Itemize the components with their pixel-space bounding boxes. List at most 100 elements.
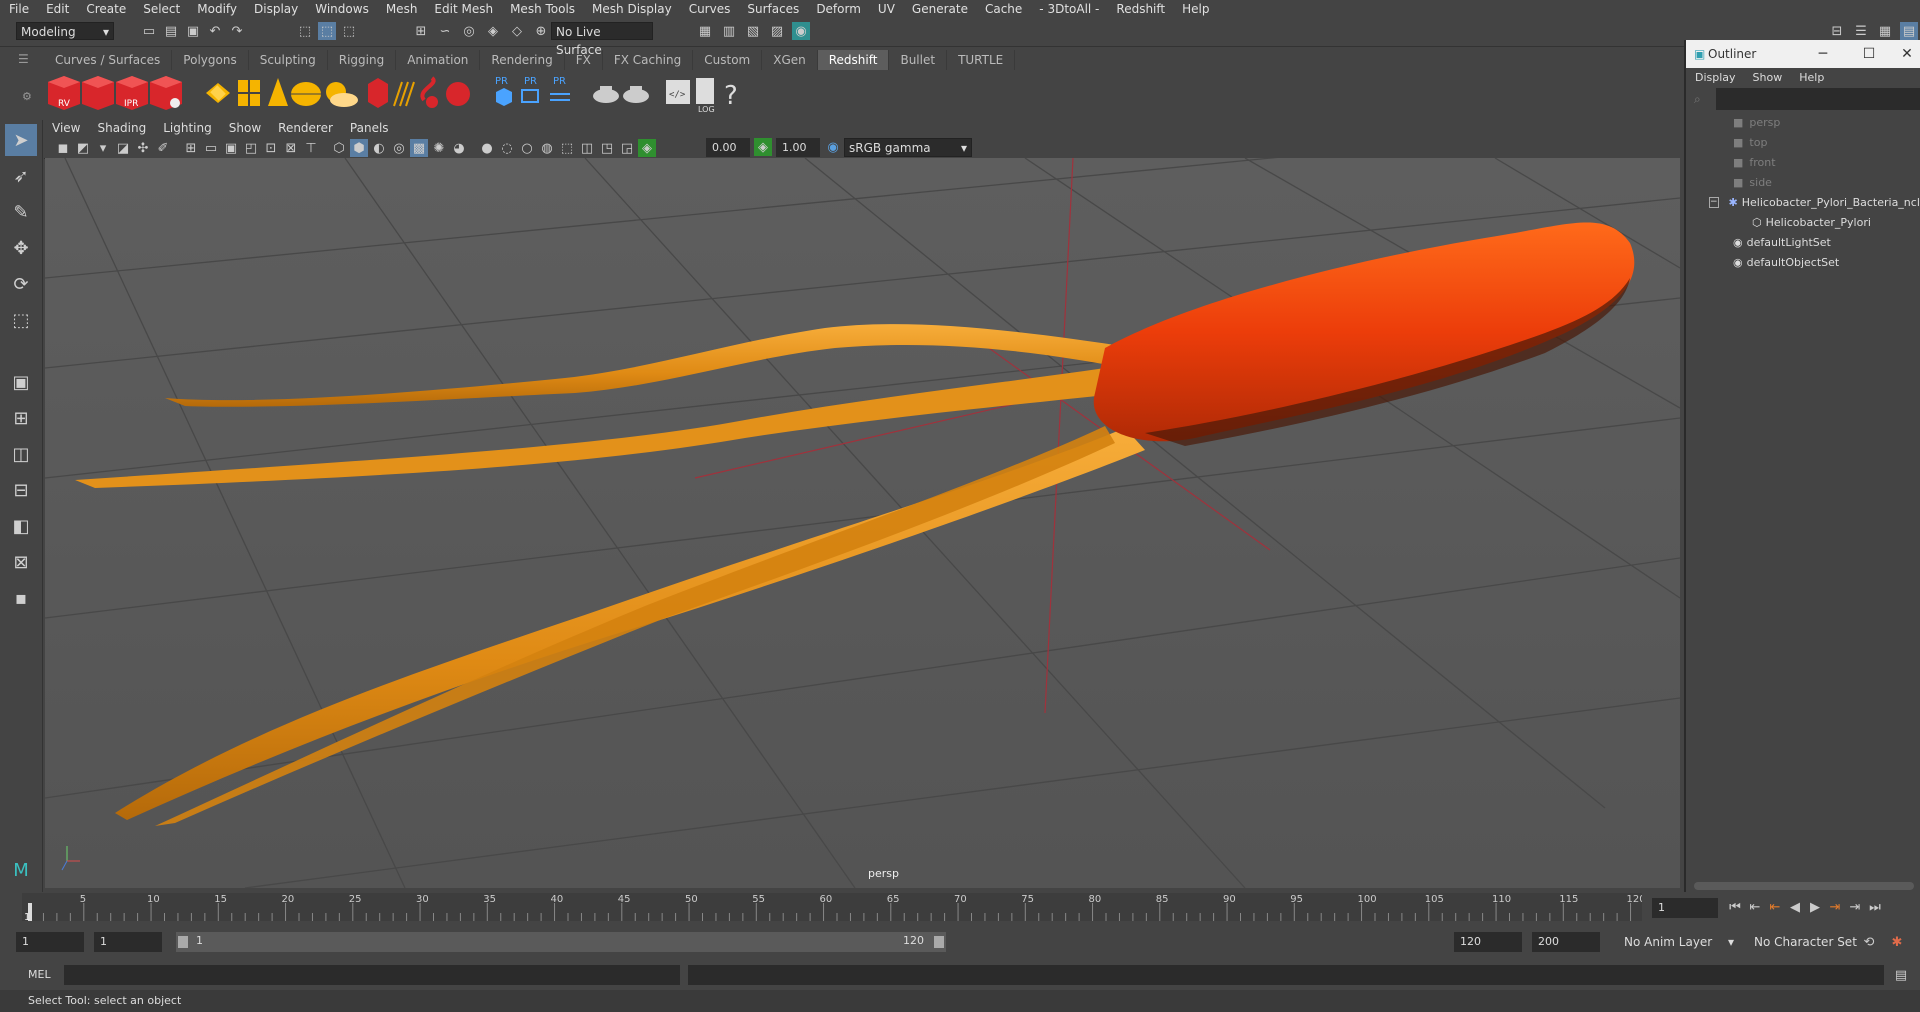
snap-live-icon[interactable]: ⊕	[532, 22, 550, 40]
vp-menu-shading[interactable]: Shading	[89, 121, 155, 135]
camera-icon[interactable]: ◼	[54, 139, 72, 157]
menu-mesh-tools[interactable]: Mesh Tools	[501, 2, 583, 16]
outliner-item-group[interactable]: − ✱ Helicobacter_Pylori_Bacteria_ncl1_1	[1686, 192, 1920, 212]
step-forward-key-icon[interactable]: ⇥	[1846, 898, 1864, 916]
shelf-tab-custom[interactable]: Custom	[693, 50, 763, 70]
move-icon[interactable]: ✥	[5, 232, 37, 264]
shadows-icon[interactable]: ◕	[450, 139, 468, 157]
outliner-item-persp[interactable]: ■ persp	[1686, 112, 1920, 132]
close-icon[interactable]: ✕	[1892, 46, 1920, 62]
shelf-tab-animation[interactable]: Animation	[396, 50, 481, 70]
shelf-tab-turtle[interactable]: TURTLE	[947, 50, 1016, 70]
outliner-menu-show[interactable]: Show	[1744, 71, 1791, 84]
resolution-gate-icon[interactable]: ▣	[222, 139, 240, 157]
select-component-icon[interactable]: ⬚	[340, 22, 358, 40]
menu-uv[interactable]: UV	[869, 2, 903, 16]
shelf-tab-redshift[interactable]: Redshift	[817, 50, 890, 70]
xray-icon[interactable]: ◫	[578, 139, 596, 157]
select-object-icon[interactable]: ⬚	[318, 22, 336, 40]
shelf-menu-icon[interactable]: ☰	[18, 52, 29, 66]
pr-export-icon[interactable]: PR	[521, 76, 539, 103]
persp-graph-icon[interactable]: ⊟	[5, 474, 37, 506]
use-all-lights-icon[interactable]: ✺	[430, 139, 448, 157]
sun-sky-icon[interactable]	[326, 82, 358, 107]
shelf-tab-fx[interactable]: FX	[565, 50, 603, 70]
proxy-icon[interactable]	[368, 78, 388, 108]
time-slider[interactable]: 5 10 15 20 25 30 35 40 45 50 55 60 65 70 75 80 85 90 95 100…	[22, 893, 1646, 923]
pr-object-icon[interactable]: PR	[495, 76, 512, 106]
step-forward-frame-icon[interactable]: ⇥	[1826, 898, 1844, 916]
menu-modify[interactable]: Modify	[188, 2, 245, 16]
step-back-key-icon[interactable]: ⇤	[1746, 898, 1764, 916]
menu-cache[interactable]: Cache	[976, 2, 1030, 16]
color-space-dropdown[interactable]: sRGB gamma ▾	[844, 138, 972, 157]
outliner-horizontal-scrollbar[interactable]	[1694, 882, 1914, 890]
script-editor-icon[interactable]: ▤	[1892, 966, 1910, 984]
go-to-end-icon[interactable]: ⏭	[1866, 898, 1884, 916]
vp-menu-show[interactable]: Show	[221, 121, 270, 135]
menu-edit-mesh[interactable]: Edit Mesh	[425, 2, 501, 16]
outliner-item-front[interactable]: ■ front	[1686, 152, 1920, 172]
attribute-editor-toggle-icon[interactable]: ▦	[1876, 22, 1894, 40]
outliner-toggle-icon[interactable]: ▤	[1900, 22, 1918, 40]
shelf-tab-bullet[interactable]: Bullet	[889, 50, 948, 70]
menu-3dtoall[interactable]: - 3DtoAll -	[1030, 2, 1107, 16]
camera-attr-icon[interactable]: ◩	[74, 139, 92, 157]
menu-generate[interactable]: Generate	[903, 2, 976, 16]
safe-action-icon[interactable]: ⊠	[282, 139, 300, 157]
shelf-tab-fx-caching[interactable]: FX Caching	[603, 50, 694, 70]
character-set-dropdown[interactable]: No Character Set	[1750, 933, 1868, 951]
outliner-search-input[interactable]	[1716, 88, 1920, 110]
redo-icon[interactable]: ↷	[228, 22, 246, 40]
play-backward-icon[interactable]: ◀	[1786, 898, 1804, 916]
menu-display[interactable]: Display	[245, 2, 306, 16]
preferences-icon[interactable]: ✱	[1888, 933, 1906, 951]
command-input[interactable]	[64, 965, 680, 985]
range-end-handle[interactable]	[934, 936, 944, 948]
area-light-icon[interactable]	[206, 83, 230, 103]
playback-start-field[interactable]: 1	[94, 932, 162, 952]
shelf-settings-icon[interactable]: ⚙	[22, 90, 32, 103]
ipr-render-icon[interactable]: ▧	[744, 22, 762, 40]
xray-joints-icon[interactable]: ◳	[598, 139, 616, 157]
viewport-persp[interactable]: persp	[45, 158, 1680, 888]
shelf-tab-rigging[interactable]: Rigging	[328, 50, 397, 70]
render-settings-icon[interactable]: ▨	[768, 22, 786, 40]
vp-menu-lighting[interactable]: Lighting	[155, 121, 221, 135]
2d-pan-icon[interactable]: ✣	[134, 139, 152, 157]
outliner-item-defaultlightset[interactable]: ◉ defaultLightSet	[1686, 232, 1920, 252]
spot-light-icon[interactable]	[268, 78, 288, 106]
field-chart-icon[interactable]: ⊡	[262, 139, 280, 157]
workspace-icon[interactable]: ⊟	[1828, 22, 1846, 40]
collapse-icon[interactable]: −	[1709, 196, 1719, 208]
snap-view-icon[interactable]: ◈	[484, 22, 502, 40]
shelf-tab-xgen[interactable]: XGen	[762, 50, 818, 70]
menu-file[interactable]: File	[0, 2, 37, 16]
new-scene-icon[interactable]: ▭	[140, 22, 158, 40]
code-editor-icon[interactable]: </>	[666, 80, 690, 104]
shelf-tab-curves-surfaces[interactable]: Curves / Surfaces	[44, 50, 173, 70]
hypershade-icon[interactable]: ◉	[792, 22, 810, 40]
outliner-item-side[interactable]: ■ side	[1686, 172, 1920, 192]
depth-of-field-icon[interactable]: ◍	[538, 139, 556, 157]
hair-icon[interactable]	[393, 81, 415, 107]
color-management-icon[interactable]: ◉	[824, 138, 842, 156]
menu-curves[interactable]: Curves	[680, 2, 739, 16]
image-plane-icon[interactable]: ◪	[114, 139, 132, 157]
xray-components-icon[interactable]: ◲	[618, 139, 636, 157]
redshift-rv-icon[interactable]: RV	[48, 76, 80, 110]
wireframe-on-shaded-icon[interactable]: ◎	[390, 139, 408, 157]
render-bowl-icon[interactable]	[623, 86, 649, 103]
help-icon[interactable]: ?	[724, 81, 738, 111]
screen-space-ao-icon[interactable]: ●	[478, 139, 496, 157]
default-material-icon[interactable]: ◐	[370, 139, 388, 157]
four-view-icon[interactable]: ⊞	[5, 402, 37, 434]
vp-menu-view[interactable]: View	[44, 121, 89, 135]
sphere-material-icon[interactable]	[446, 82, 470, 106]
paint-icon[interactable]: ✎	[5, 196, 37, 228]
more-layouts-icon[interactable]: ▪	[5, 582, 37, 614]
gate-mask-icon[interactable]: ◰	[242, 139, 260, 157]
go-to-start-icon[interactable]: ⏮	[1726, 898, 1744, 916]
lasso-icon[interactable]: ➶	[5, 160, 37, 192]
snap-point-icon[interactable]: ◎	[460, 22, 478, 40]
